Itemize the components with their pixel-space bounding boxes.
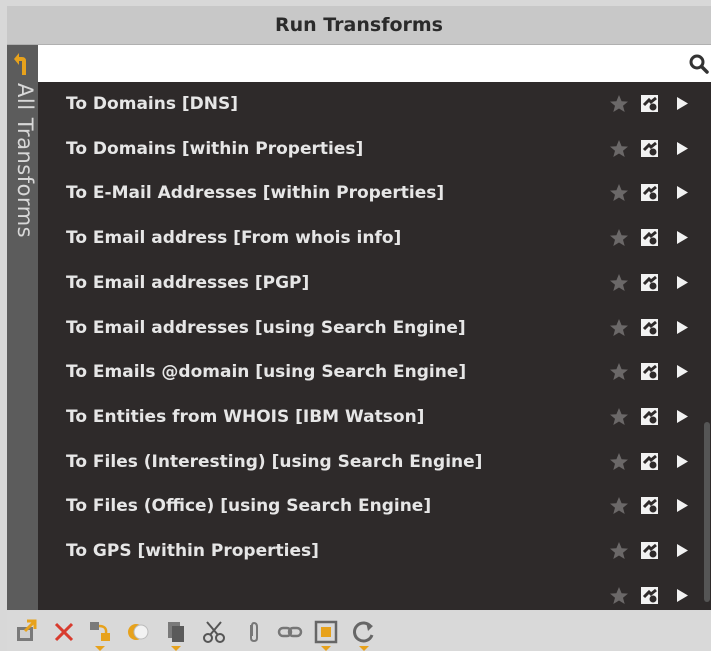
star-icon[interactable] [609, 273, 629, 293]
settings-icon[interactable] [638, 405, 662, 429]
settings-icon[interactable] [638, 181, 662, 205]
transform-row[interactable]: To E-Mail Addresses [within Properties] [38, 171, 703, 215]
transform-row[interactable]: To Email addresses [using Search Engine] [38, 306, 703, 350]
star-icon[interactable] [609, 183, 629, 203]
attach-icon[interactable] [241, 619, 267, 645]
transform-label: To Files (Interesting) [using Search Eng… [66, 451, 483, 472]
settings-icon[interactable] [638, 316, 662, 340]
search-icon[interactable] [689, 54, 709, 74]
star-icon[interactable] [609, 362, 629, 382]
transform-row[interactable]: To Email addresses [PGP] [38, 261, 703, 305]
refresh-caret-icon[interactable] [359, 646, 369, 651]
run-icon[interactable] [676, 409, 689, 424]
star-icon[interactable] [609, 496, 629, 516]
settings-icon[interactable] [638, 226, 662, 250]
transform-label: To Email addresses [PGP] [66, 272, 310, 293]
back-arrow-icon[interactable] [13, 51, 33, 77]
copy-icon[interactable] [163, 619, 189, 651]
star-icon[interactable] [609, 228, 629, 248]
scrollbar[interactable] [703, 82, 711, 610]
settings-icon[interactable] [638, 271, 662, 295]
link-icon[interactable] [277, 619, 303, 645]
settings-icon[interactable] [638, 539, 662, 563]
all-transforms-label: All Transforms [13, 83, 37, 239]
all-transforms-tab[interactable]: All Transforms [7, 45, 38, 610]
settings-icon[interactable] [638, 137, 662, 161]
transform-row[interactable]: To Emails @domain [using Search Engine] [38, 350, 703, 394]
run-icon[interactable] [676, 364, 689, 379]
frame-icon[interactable] [313, 619, 339, 651]
transform-row[interactable]: To Entities from WHOIS [IBM Watson] [38, 395, 703, 439]
settings-icon[interactable] [638, 92, 662, 116]
settings-icon[interactable] [638, 584, 662, 608]
transform-label: To Domains [DNS] [66, 94, 239, 114]
star-icon[interactable] [609, 407, 629, 427]
merge-caret-icon[interactable] [95, 646, 105, 651]
star-icon[interactable] [609, 94, 629, 114]
run-icon[interactable] [676, 185, 689, 200]
run-icon[interactable] [676, 141, 689, 156]
transform-label: To Emails @domain [using Search Engine] [66, 362, 467, 383]
search-bar [38, 45, 711, 82]
window-title: Run Transforms [275, 14, 443, 36]
run-transforms-window: Run Transforms All Transforms To Domains… [0, 0, 711, 651]
star-icon[interactable] [609, 586, 629, 606]
settings-icon[interactable] [638, 360, 662, 384]
copy-caret-icon[interactable] [171, 646, 181, 651]
transform-label: To Domains [within Properties] [66, 138, 364, 159]
star-icon[interactable] [609, 541, 629, 561]
star-icon[interactable] [609, 452, 629, 472]
run-icon[interactable] [676, 588, 689, 603]
scrollbar-thumb[interactable] [704, 422, 710, 602]
transform-row[interactable]: To GPS [within Properties] [38, 529, 703, 573]
transform-label: To Email addresses [using Search Engine] [66, 317, 466, 338]
bottom-toolbar [7, 611, 711, 651]
settings-icon[interactable] [638, 494, 662, 518]
transform-row[interactable]: To Email address [From whois info] [38, 216, 703, 260]
transform-row[interactable]: To Domains [within Properties] [38, 127, 703, 171]
frame-caret-icon[interactable] [321, 646, 331, 651]
transform-label: To Files (Office) [using Search Engine] [66, 496, 432, 517]
toggle-icon[interactable] [125, 619, 151, 645]
run-icon[interactable] [676, 543, 689, 558]
title-bar: Run Transforms [7, 6, 711, 45]
transform-row[interactable] [38, 574, 703, 610]
run-icon[interactable] [676, 320, 689, 335]
run-icon[interactable] [676, 275, 689, 290]
run-icon[interactable] [676, 454, 689, 469]
star-icon[interactable] [609, 139, 629, 159]
transform-label: To GPS [within Properties] [66, 541, 319, 561]
run-icon[interactable] [676, 230, 689, 245]
transform-list: To Domains [DNS] To Domains [within Prope… [38, 82, 711, 610]
star-icon[interactable] [609, 318, 629, 338]
refresh-icon[interactable] [351, 619, 377, 651]
delete-icon[interactable] [51, 619, 77, 645]
search-input[interactable] [38, 45, 694, 82]
settings-icon[interactable] [638, 450, 662, 474]
run-icon[interactable] [676, 498, 689, 513]
export-graph-icon[interactable] [13, 619, 39, 645]
run-icon[interactable] [676, 96, 689, 111]
transform-label: To Entities from WHOIS [IBM Watson] [66, 406, 425, 427]
cut-icon[interactable] [201, 619, 227, 645]
merge-icon[interactable] [87, 619, 113, 651]
transform-row[interactable]: To Files (Office) [using Search Engine] [38, 484, 703, 528]
transform-row[interactable]: To Files (Interesting) [using Search Eng… [38, 440, 703, 484]
transform-label: To Email address [From whois info] [66, 228, 402, 249]
transform-row[interactable]: To Domains [DNS] [38, 82, 703, 126]
transform-label: To E-Mail Addresses [within Properties] [66, 183, 445, 204]
